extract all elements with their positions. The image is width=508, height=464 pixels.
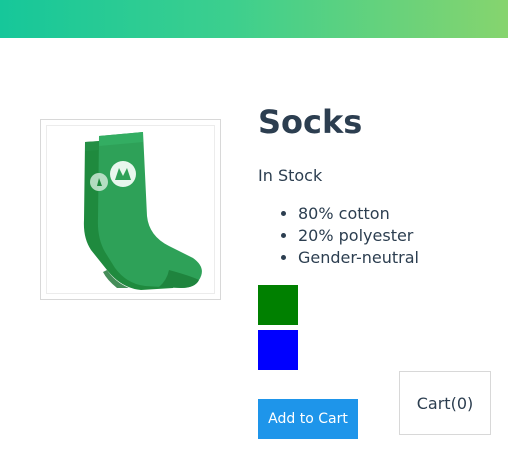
blue-variant-swatch[interactable] [258, 330, 298, 370]
cart-counter[interactable]: Cart(0) [399, 371, 491, 435]
green-variant-swatch[interactable] [258, 285, 298, 325]
product-details-list: 80% cotton 20% polyester Gender-neutral [258, 203, 419, 269]
add-to-cart-button[interactable]: Add to Cart [258, 399, 358, 439]
sock-logo-icon [110, 161, 136, 187]
detail-item: 20% polyester [298, 225, 419, 247]
product-title: Socks [258, 103, 363, 141]
detail-item: 80% cotton [298, 203, 419, 225]
front-sock [97, 132, 202, 288]
product-image [40, 119, 221, 300]
stock-status: In Stock [258, 166, 323, 185]
socks-image-icon [83, 132, 202, 290]
detail-item: Gender-neutral [298, 247, 419, 269]
top-nav-bar [0, 0, 508, 38]
